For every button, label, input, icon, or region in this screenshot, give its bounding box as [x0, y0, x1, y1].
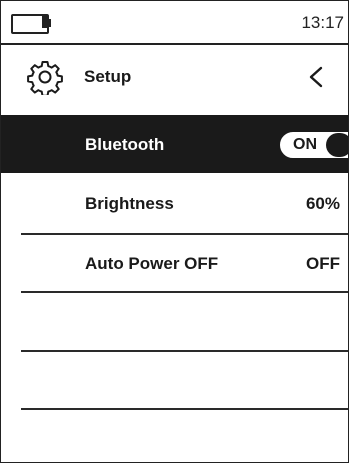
setting-value: 60%	[305, 194, 340, 213]
setting-label: Brightness	[85, 194, 174, 213]
chevron-left-icon[interactable]	[304, 59, 328, 95]
bluetooth-toggle[interactable]: ON	[278, 130, 348, 160]
device-screen: 13:17 Setup Bluetooth ON Brightness 60% …	[0, 0, 349, 463]
setting-row-brightness[interactable]: Brightness 60%	[1, 174, 348, 232]
setting-label: Bluetooth	[85, 135, 165, 154]
toggle-knob	[326, 133, 348, 157]
divider	[21, 350, 348, 352]
setting-row-bluetooth[interactable]: Bluetooth ON	[1, 115, 348, 173]
divider	[21, 291, 348, 293]
page-title: Setup	[84, 67, 132, 86]
toggle-state: ON	[293, 136, 317, 153]
gear-icon	[27, 61, 63, 95]
battery-icon	[11, 14, 51, 34]
divider	[21, 408, 348, 410]
setting-row-auto-power-off[interactable]: Auto Power OFF OFF	[1, 234, 348, 292]
setting-value: OFF	[306, 254, 340, 273]
page-header: Setup	[1, 45, 348, 113]
clock: 13:17	[301, 13, 344, 32]
status-bar: 13:17	[1, 1, 348, 45]
setting-label: Auto Power OFF	[85, 254, 219, 273]
